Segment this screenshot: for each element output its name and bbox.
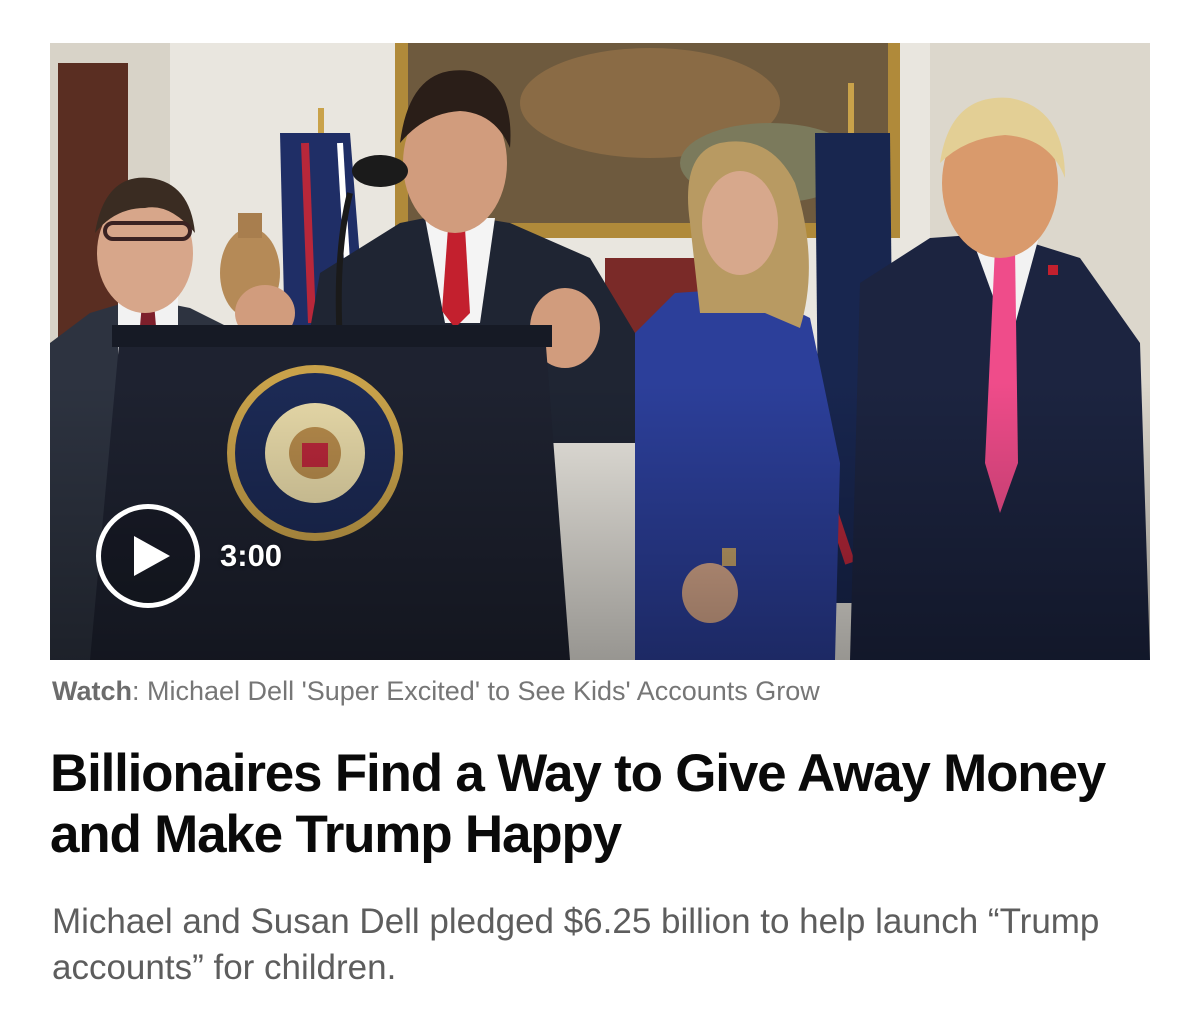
video-caption[interactable]: Watch: Michael Dell 'Super Excited' to S… [52,673,820,709]
article-card[interactable]: 3:00 Watch: Michael Dell 'Super Excited'… [0,0,1200,1018]
article-headline[interactable]: Billionaires Find a Way to Give Away Mon… [50,743,1160,865]
caption-separator: : [132,676,140,706]
video-thumbnail[interactable]: 3:00 [50,43,1150,660]
video-play-control[interactable]: 3:00 [96,504,282,608]
article-dek: Michael and Susan Dell pledged $6.25 bil… [52,902,1100,987]
video-duration: 3:00 [220,538,283,573]
play-icon [134,536,170,576]
play-button[interactable] [96,504,200,608]
caption-text: Michael Dell 'Super Excited' to See Kids… [139,676,820,706]
caption-lead: Watch [52,676,132,706]
